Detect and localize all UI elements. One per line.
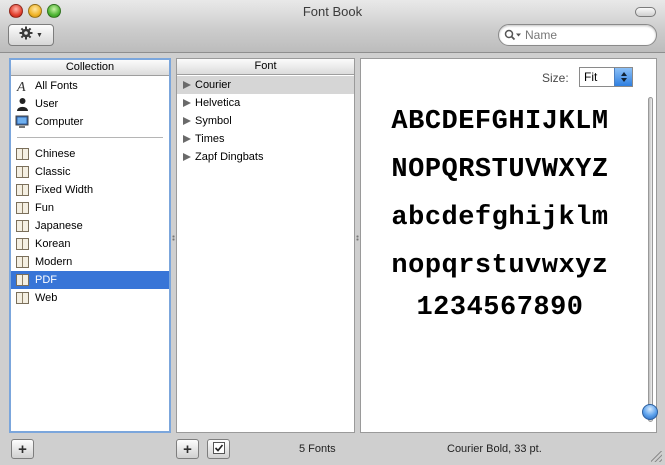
window-title: Font Book (302, 4, 363, 19)
search-field[interactable] (498, 24, 657, 46)
enable-font-button[interactable] (207, 439, 230, 459)
size-slider-track[interactable] (648, 97, 653, 422)
disclosure-triangle-icon[interactable] (183, 135, 191, 143)
font-book-window: Font Book ▼ Name Collection A All Fonts … (0, 0, 665, 465)
action-menu-button[interactable]: ▼ (8, 24, 54, 46)
collection-item-label: Classic (35, 166, 71, 178)
plus-icon: + (18, 440, 27, 458)
sample-line-digits: 1234567890 (416, 293, 584, 323)
font-item-times[interactable]: Times (177, 130, 354, 148)
font-preview: Size: Fit ABCDEFGHIJKLM NOPQRSTUVWXYZ ab… (360, 58, 658, 433)
plus-icon: + (183, 440, 192, 458)
font-list[interactable]: Font Courier Helvetica Symbol Times Zapf… (176, 58, 355, 433)
size-label: Size: (542, 71, 569, 85)
collection-book-icon (14, 165, 30, 180)
collection-item-label: All Fonts (35, 80, 78, 92)
collection-book-icon (14, 273, 30, 288)
font-column-header[interactable]: Font (177, 59, 354, 75)
computer-icon (14, 115, 30, 130)
collection-item-label: Fixed Width (35, 184, 94, 196)
collection-column-header[interactable]: Collection (11, 60, 169, 76)
disclosure-triangle-icon[interactable] (183, 117, 191, 125)
bottom-bar: + + 5 Fonts Courier Bold, 33 pt. (0, 435, 665, 465)
collection-item-web[interactable]: Web (11, 289, 169, 307)
all-fonts-icon: A (14, 79, 30, 94)
collection-list[interactable]: Collection A All Fonts User Computer Chi… (9, 58, 171, 433)
collection-item-label: User (35, 98, 59, 110)
collection-item-label: Modern (35, 256, 73, 268)
titlebar: Font Book ▼ (0, 0, 665, 53)
svg-text:A: A (16, 80, 26, 93)
sample-line-uppercase-2: NOPQRSTUVWXYZ (391, 155, 609, 185)
collection-item-user[interactable]: User (11, 95, 169, 113)
collection-book-icon (14, 219, 30, 234)
collection-item-korean[interactable]: Korean (11, 235, 169, 253)
font-item-label: Helvetica (195, 97, 241, 109)
resize-grip-icon[interactable] (651, 451, 662, 462)
font-item-label: Symbol (195, 115, 232, 127)
search-input[interactable] (523, 28, 645, 42)
size-select-value: Fit (584, 70, 598, 84)
collection-item-japanese[interactable]: Japanese (11, 217, 169, 235)
collection-item-label: PDF (35, 274, 57, 286)
collection-book-icon (14, 147, 30, 162)
collection-item-label: Fun (35, 202, 54, 214)
font-item-courier[interactable]: Courier (177, 76, 354, 94)
font-item-helvetica[interactable]: Helvetica (177, 94, 354, 112)
font-count: 5 Fonts (299, 443, 336, 455)
collection-item-fun[interactable]: Fun (11, 199, 169, 217)
collection-item-classic[interactable]: Classic (11, 163, 169, 181)
disclosure-triangle-icon[interactable] (183, 99, 191, 107)
collection-item-label: Korean (35, 238, 71, 250)
font-item-label: Zapf Dingbats (195, 151, 264, 163)
collection-book-icon (14, 183, 30, 198)
gear-icon (19, 26, 33, 44)
size-select[interactable]: Fit (579, 67, 633, 87)
disclosure-triangle-icon[interactable] (183, 81, 191, 89)
disclosure-triangle-icon[interactable] (183, 153, 191, 161)
collection-item-computer[interactable]: Computer (11, 113, 169, 131)
toolbar-toggle-button[interactable] (635, 7, 656, 17)
font-info: Courier Bold, 33 pt. (447, 443, 542, 455)
size-slider-knob[interactable] (642, 404, 658, 420)
collection-book-icon (14, 201, 30, 216)
collection-book-icon (14, 255, 30, 270)
add-collection-button[interactable]: + (11, 439, 34, 459)
collection-book-icon (14, 237, 30, 252)
collection-item-fixed-width[interactable]: Fixed Width (11, 181, 169, 199)
font-item-label: Courier (195, 79, 232, 91)
checkbox-icon (212, 441, 225, 457)
chevron-down-icon: ▼ (36, 31, 43, 39)
font-item-label: Times (195, 133, 225, 145)
search-icon (503, 29, 523, 41)
collection-item-label: Web (35, 292, 58, 304)
collection-item-pdf[interactable]: PDF (11, 271, 169, 289)
collection-item-label: Japanese (35, 220, 83, 232)
sample-line-uppercase-1: ABCDEFGHIJKLM (391, 107, 609, 137)
collection-item-label: Chinese (35, 148, 76, 160)
collection-item-label: Computer (35, 116, 84, 128)
user-icon (14, 97, 30, 112)
collection-item-all-fonts[interactable]: A All Fonts (11, 77, 169, 95)
chevron-up-down-icon (614, 68, 632, 86)
sample-line-lowercase-2: nopqrstuvwxyz (391, 251, 609, 281)
collection-separator (17, 137, 163, 138)
collection-book-icon (14, 291, 30, 306)
add-font-button[interactable]: + (176, 439, 199, 459)
font-item-symbol[interactable]: Symbol (177, 112, 354, 130)
collection-item-modern[interactable]: Modern (11, 253, 169, 271)
sample-line-lowercase-1: abcdefghijklm (391, 203, 609, 233)
collection-item-chinese[interactable]: Chinese (11, 145, 169, 163)
font-item-zapf-dingbats[interactable]: Zapf Dingbats (177, 148, 354, 166)
